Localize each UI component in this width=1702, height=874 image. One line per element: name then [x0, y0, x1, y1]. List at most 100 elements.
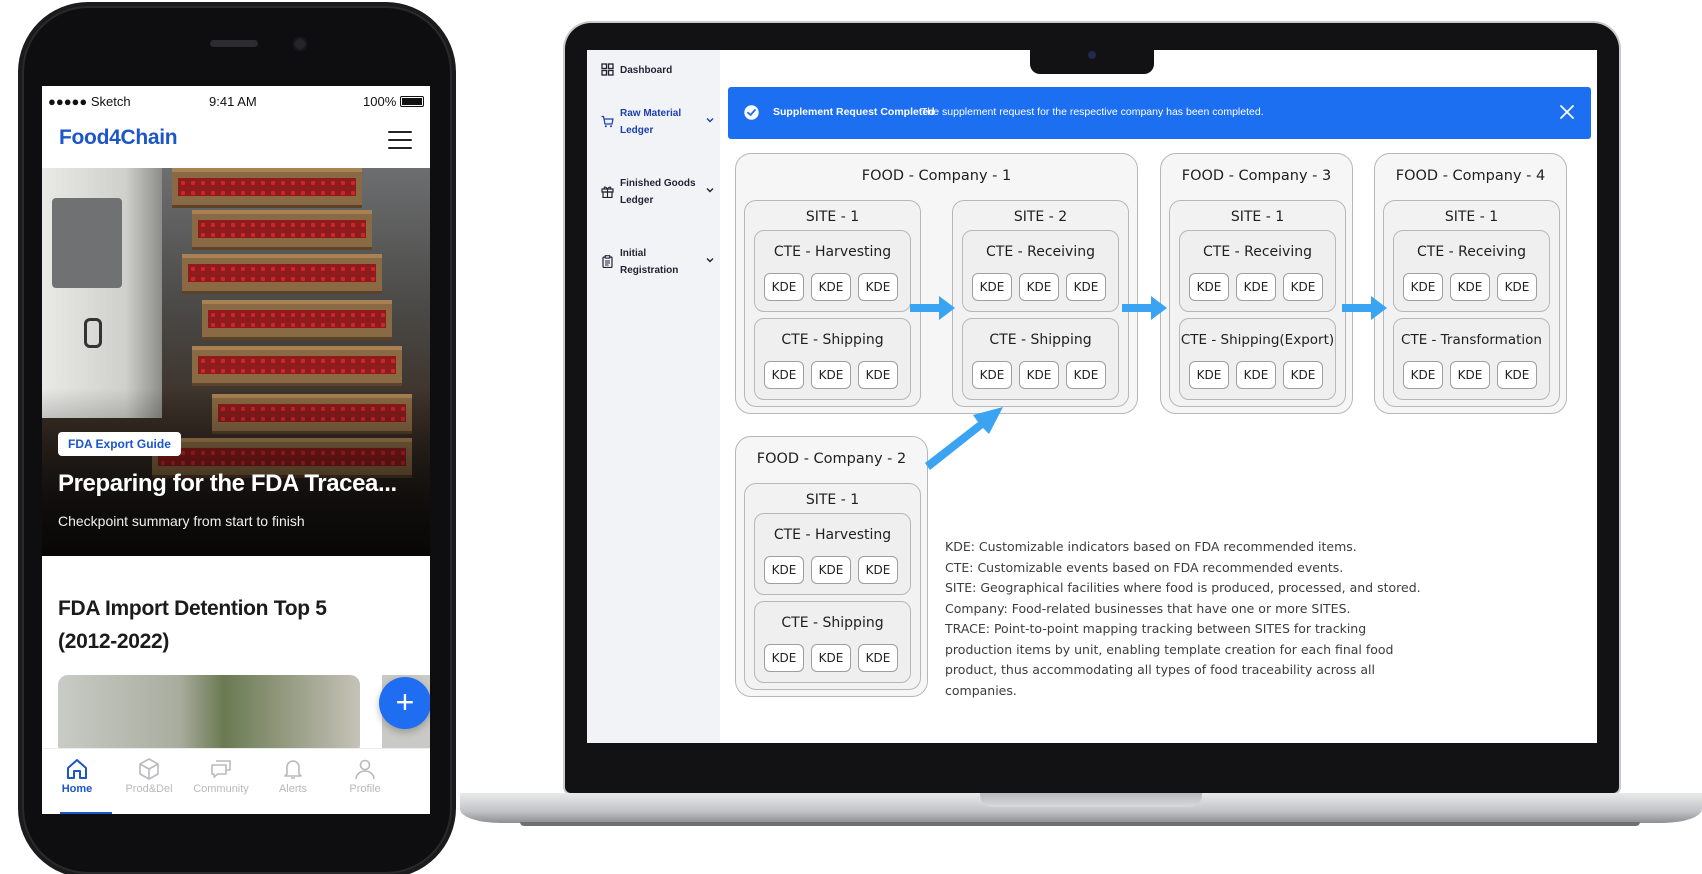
- hero-subtitle: Checkpoint summary from start to finish: [58, 513, 305, 529]
- tab-alerts[interactable]: Alerts: [258, 757, 328, 795]
- kde-chip[interactable]: KDE: [764, 644, 804, 672]
- kde-chip[interactable]: KDE: [858, 273, 898, 301]
- site-card[interactable]: SITE - 1 CTE - Receiving KDE KDE KDE CTE…: [1383, 200, 1560, 407]
- kde-chip[interactable]: KDE: [811, 644, 851, 672]
- cte-title: CTE - Shipping: [781, 615, 884, 631]
- kde-chip[interactable]: KDE: [858, 361, 898, 389]
- status-time: 9:41 AM: [209, 94, 257, 109]
- site-title: SITE - 2: [1013, 209, 1068, 225]
- phone-speaker: [210, 40, 258, 47]
- site-card[interactable]: SITE - 1 CTE - Receiving KDE KDE KDE CTE…: [1169, 200, 1346, 407]
- kde-chip[interactable]: KDE: [811, 273, 851, 301]
- tab-home[interactable]: Home: [42, 757, 112, 795]
- article-thumbnail[interactable]: [58, 675, 360, 755]
- kde-group: KDE KDE KDE: [1189, 361, 1323, 389]
- tab-prod-del[interactable]: Prod&Del: [114, 757, 184, 795]
- chat-icon: [211, 760, 231, 778]
- kde-chip[interactable]: KDE: [764, 556, 804, 584]
- cte-title: CTE - Shipping: [781, 332, 884, 348]
- company-card[interactable]: FOOD - Company - 2 SITE - 1 CTE - Harves…: [735, 436, 928, 697]
- hero-title[interactable]: Preparing for the FDA Tracea...: [58, 470, 397, 498]
- showcase-stage: ●●●●● Sketch 9:41 AM 100% Food4Chain FDA…: [0, 0, 1702, 874]
- tab-community[interactable]: Community: [186, 757, 256, 795]
- kde-chip[interactable]: KDE: [1066, 361, 1106, 389]
- company-card[interactable]: FOOD - Company - 4 SITE - 1 CTE - Receiv…: [1374, 153, 1567, 414]
- cte-card[interactable]: CTE - Harvesting KDE KDE KDE: [754, 230, 911, 312]
- kde-group: KDE KDE KDE: [1403, 361, 1537, 389]
- kde-chip[interactable]: KDE: [1189, 361, 1229, 389]
- kde-group: KDE KDE KDE: [972, 361, 1106, 389]
- tab-label: Prod&Del: [125, 783, 173, 795]
- kde-chip[interactable]: KDE: [1497, 273, 1537, 301]
- cte-card[interactable]: CTE - Transformation KDE KDE KDE: [1393, 318, 1550, 400]
- kde-chip[interactable]: KDE: [1189, 273, 1229, 301]
- kde-chip[interactable]: KDE: [1283, 361, 1323, 389]
- laptop-feet: [520, 822, 1640, 826]
- cte-card[interactable]: CTE - Receiving KDE KDE KDE: [962, 230, 1119, 312]
- box-icon: [139, 758, 159, 780]
- site-card[interactable]: SITE - 2 CTE - Receiving KDE KDE KDE CTE…: [952, 200, 1129, 407]
- company-title: FOOD - Company - 3: [1181, 168, 1332, 184]
- site-card[interactable]: SITE - 1 CTE - Harvesting KDE KDE KDE CT…: [744, 483, 921, 690]
- kde-chip[interactable]: KDE: [1283, 273, 1323, 301]
- kde-chip[interactable]: KDE: [1236, 361, 1276, 389]
- site-title: SITE - 1: [1444, 209, 1499, 225]
- cte-title: CTE - Receiving: [1417, 244, 1526, 260]
- hero-banner[interactable]: FDA Export Guide Preparing for the FDA T…: [42, 168, 430, 556]
- cte-card[interactable]: CTE - Receiving KDE KDE KDE: [1179, 230, 1336, 312]
- kde-group: KDE KDE KDE: [972, 273, 1106, 301]
- site-card[interactable]: SITE - 1 CTE - Harvesting KDE KDE KDE CT…: [744, 200, 921, 407]
- kde-chip[interactable]: KDE: [1019, 361, 1059, 389]
- cte-title: CTE - Shipping(Export): [1180, 332, 1335, 348]
- legend-site: SITE: Geographical facilities where food…: [945, 580, 1421, 595]
- diagram-legend: KDE: Customizable indicators based on FD…: [945, 537, 1425, 701]
- phone-camera: [293, 37, 307, 51]
- carrier-label: ●●●●● Sketch: [48, 94, 131, 109]
- company-card[interactable]: FOOD - Company - 3 SITE - 1 CTE - Receiv…: [1160, 153, 1353, 414]
- phone-device: ●●●●● Sketch 9:41 AM 100% Food4Chain FDA…: [22, 6, 452, 874]
- cte-card[interactable]: CTE - Receiving KDE KDE KDE: [1393, 230, 1550, 312]
- kde-chip[interactable]: KDE: [972, 361, 1012, 389]
- kde-chip[interactable]: KDE: [858, 644, 898, 672]
- phone-screen: ●●●●● Sketch 9:41 AM 100% Food4Chain FDA…: [42, 86, 430, 814]
- site-title: SITE - 1: [805, 492, 860, 508]
- kde-chip[interactable]: KDE: [1403, 273, 1443, 301]
- kde-group: KDE KDE KDE: [764, 644, 898, 672]
- tab-label: Alerts: [278, 783, 308, 795]
- kde-chip[interactable]: KDE: [764, 361, 804, 389]
- kde-chip[interactable]: KDE: [811, 556, 851, 584]
- kde-chip[interactable]: KDE: [858, 556, 898, 584]
- kde-chip[interactable]: KDE: [1236, 273, 1276, 301]
- kde-chip[interactable]: KDE: [1450, 273, 1490, 301]
- cte-card[interactable]: CTE - Shipping KDE KDE KDE: [754, 318, 911, 400]
- cte-card[interactable]: CTE - Shipping KDE KDE KDE: [754, 601, 911, 683]
- kde-chip[interactable]: KDE: [811, 361, 851, 389]
- battery-percent: 100%: [363, 94, 397, 109]
- active-tab-indicator: [60, 812, 112, 814]
- app-logo[interactable]: Food4Chain: [59, 126, 178, 150]
- add-button[interactable]: +: [379, 677, 430, 729]
- section-title: FDA Import Detention Top 5 (2012-2022): [58, 597, 327, 653]
- legend-cte: CTE: Customizable events based on FDA re…: [945, 559, 1344, 575]
- app-header: Food4Chain: [42, 114, 430, 168]
- kde-chip[interactable]: KDE: [972, 273, 1012, 301]
- company-card[interactable]: FOOD - Company - 1 SITE - 1 CTE - Harves…: [735, 153, 1138, 414]
- kde-chip[interactable]: KDE: [764, 273, 804, 301]
- kde-group: KDE KDE KDE: [764, 273, 898, 301]
- kde-chip[interactable]: KDE: [1066, 273, 1106, 301]
- hamburger-icon[interactable]: [388, 131, 412, 151]
- kde-chip[interactable]: KDE: [1403, 361, 1443, 389]
- kde-chip[interactable]: KDE: [1019, 273, 1059, 301]
- legend-company: Company: Food-related businesses that ha…: [945, 600, 1351, 616]
- cte-card[interactable]: CTE - Shipping KDE KDE KDE: [962, 318, 1119, 400]
- home-icon: [67, 759, 87, 779]
- cte-card[interactable]: CTE - Shipping(Export) KDE KDE KDE: [1179, 318, 1336, 400]
- cte-title: CTE - Shipping: [989, 332, 1092, 348]
- kde-chip[interactable]: KDE: [1450, 361, 1490, 389]
- cte-card[interactable]: CTE - Harvesting KDE KDE KDE: [754, 513, 911, 595]
- legend-kde: KDE: Customizable indicators based on FD…: [945, 539, 1357, 554]
- traceability-diagram: FOOD - Company - 1 SITE - 1 CTE - Harves…: [587, 50, 1597, 743]
- kde-chip[interactable]: KDE: [1497, 361, 1537, 389]
- tab-label: Profile: [349, 783, 381, 795]
- tab-profile[interactable]: Profile: [330, 757, 400, 795]
